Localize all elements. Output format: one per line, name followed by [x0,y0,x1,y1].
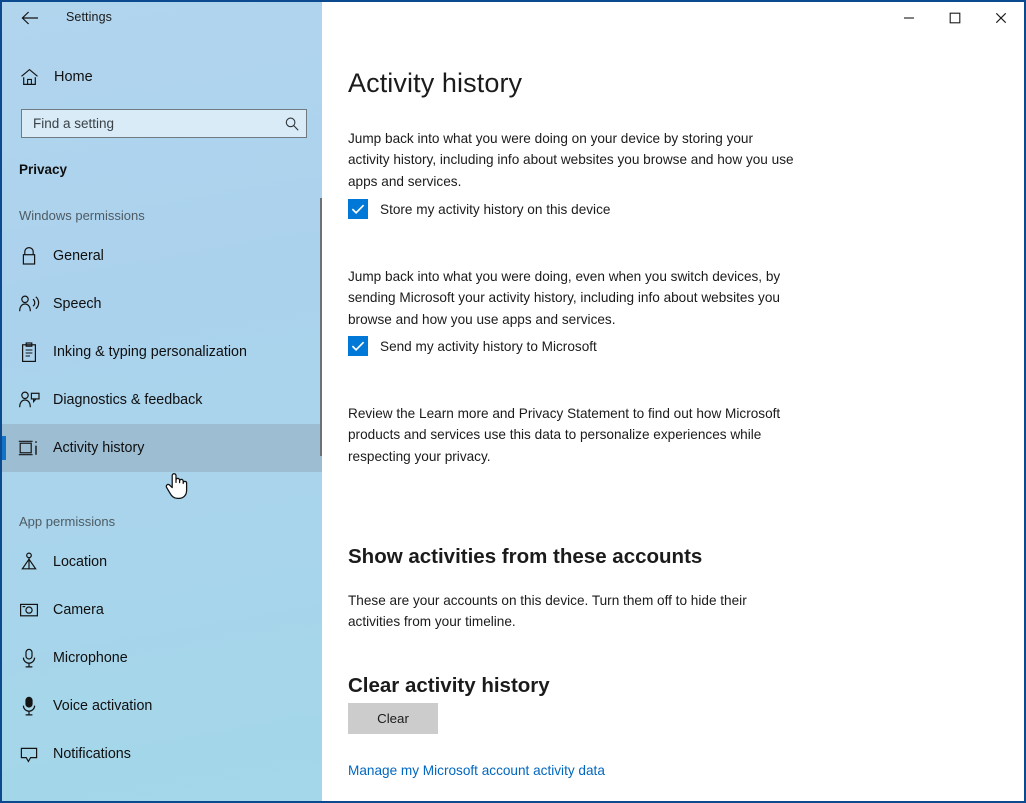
description-paragraph-2: Jump back into what you were doing, even… [348,266,798,331]
speech-icon [17,292,41,316]
sidebar-item-voice-activation[interactable]: Voice activation [2,682,322,730]
store-activity-history-checkbox[interactable] [348,199,368,219]
sidebar-item-label-home: Home [54,69,93,85]
sidebar: Settings Home Privacy W [2,2,322,801]
minimize-button[interactable] [886,2,932,34]
back-button[interactable] [14,6,46,30]
sidebar-item-microphone[interactable]: Microphone [2,634,322,682]
sidebar-item-location[interactable]: Location [2,538,322,586]
settings-window: Settings Home Privacy W [0,0,1026,803]
clear-button[interactable]: Clear [348,703,438,734]
lock-icon [17,244,41,268]
microphone-icon [17,646,41,670]
send-activity-history-checkbox[interactable] [348,336,368,356]
back-arrow-icon [21,11,39,25]
sidebar-item-camera[interactable]: Camera [2,586,322,634]
title-bar-left: Settings [2,2,322,34]
sidebar-item-speech[interactable]: Speech [2,280,322,328]
sidebar-item-label-activity-history: Activity history [53,440,144,456]
sidebar-item-label-general: General [53,248,104,264]
sidebar-item-general[interactable]: General [2,232,322,280]
sidebar-item-label-microphone: Microphone [53,650,128,666]
voice-activation-icon [17,694,41,718]
close-icon [995,12,1007,24]
accounts-section-title: Show activities from these accounts [348,545,702,569]
clear-section-title: Clear activity history [348,674,550,698]
home-icon [18,66,40,88]
sidebar-item-label-notifications: Notifications [53,746,131,762]
sidebar-item-activity-history[interactable]: Activity history [2,424,322,472]
maximize-button[interactable] [932,2,978,34]
sidebar-item-diagnostics-feedback[interactable]: Diagnostics & feedback [2,376,322,424]
sidebar-item-inking-typing-personalization[interactable]: Inking & typing personalization [2,328,322,376]
sidebar-item-home[interactable]: Home [2,62,322,92]
sidebar-item-label-location: Location [53,554,107,570]
timeline-icon [17,436,41,460]
sidebar-category-title: Privacy [19,162,67,177]
main-content: Activity history Jump back into what you… [322,2,1024,801]
sidebar-item-notifications[interactable]: Notifications [2,730,322,778]
minimize-icon [903,12,915,24]
sidebar-group-title-app-permissions: App permissions [2,504,322,538]
sidebar-item-label-diagnostics: Diagnostics & feedback [53,392,202,408]
sidebar-item-label-voice-activation: Voice activation [53,698,152,714]
search-box[interactable] [21,109,307,138]
checkmark-icon [351,203,365,215]
send-activity-history-checkbox-row[interactable]: Send my activity history to Microsoft [348,336,597,356]
checkmark-icon [351,340,365,352]
sidebar-item-label-inking: Inking & typing personalization [53,344,247,360]
camera-icon [17,598,41,622]
sidebar-nav-list: Windows permissions General [2,198,322,801]
clipboard-pen-icon [17,340,41,364]
maximize-icon [949,12,961,24]
accounts-section-description: These are your accounts on this device. … [348,590,768,633]
sidebar-item-label-speech: Speech [53,296,102,312]
description-paragraph-3: Review the Learn more and Privacy Statem… [348,403,800,468]
window-controls [886,2,1024,34]
location-icon [17,550,41,574]
manage-account-activity-link[interactable]: Manage my Microsoft account activity dat… [348,763,605,778]
page-title: Activity history [348,68,522,99]
search-icon[interactable] [278,116,306,132]
description-paragraph-1: Jump back into what you were doing on yo… [348,128,796,193]
sidebar-item-label-camera: Camera [53,602,104,618]
sidebar-group-title-windows-permissions: Windows permissions [2,198,322,232]
app-title: Settings [66,10,112,24]
store-activity-history-label: Store my activity history on this device [380,202,610,217]
person-feedback-icon [17,388,41,412]
notification-icon [17,742,41,766]
send-activity-history-label: Send my activity history to Microsoft [380,339,597,354]
search-input[interactable] [22,110,278,137]
store-activity-history-checkbox-row[interactable]: Store my activity history on this device [348,199,610,219]
close-button[interactable] [978,2,1024,34]
